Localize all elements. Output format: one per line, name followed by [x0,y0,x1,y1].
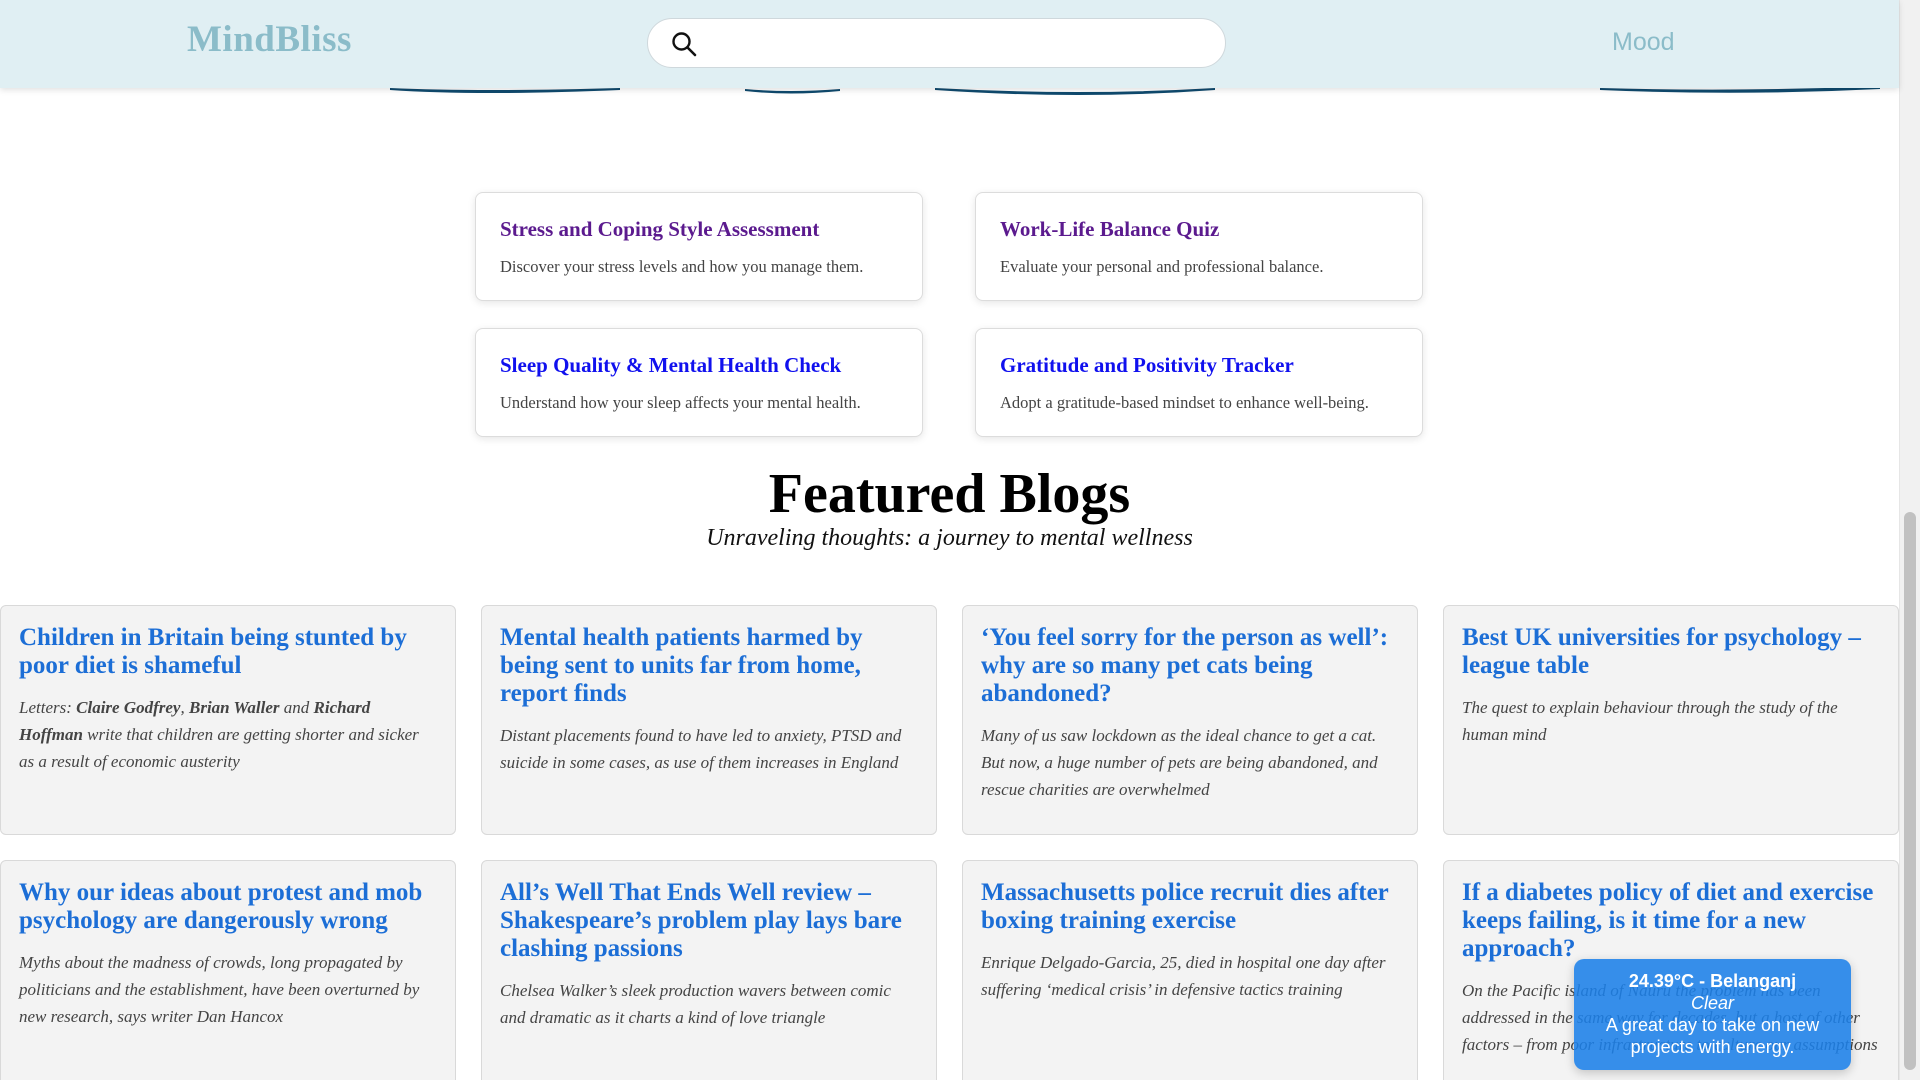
search-input[interactable] [712,27,1206,61]
blog-description: Many of us saw lockdown as the ideal cha… [981,726,1378,799]
blog-title-link[interactable]: Best UK universities for psychology – le… [1462,624,1880,680]
blog-card[interactable]: All’s Well That Ends Well review – Shake… [481,860,937,1080]
blog-description: Enrique Delgado-Garcia, 25, died in hosp… [981,953,1386,999]
blog-description: Chelsea Walker’s sleek production wavers… [500,981,891,1027]
quiz-description: Understand how your sleep affects your m… [500,393,861,412]
blog-description: Distant placements found to have led to … [500,726,902,772]
blog-card[interactable]: Best UK universities for psychology – le… [1443,605,1899,835]
featured-blogs-heading: Featured Blogs [768,463,1131,525]
blog-title-link[interactable]: ‘You feel sorry for the person as well’:… [981,624,1399,708]
quiz-description: Evaluate your personal and professional … [1000,257,1324,276]
blog-title-link[interactable]: Massachusetts police recruit dies after … [981,879,1399,935]
quiz-card-stress[interactable]: Stress and Coping Style Assessment Disco… [475,192,923,301]
weather-condition: Clear [1690,993,1734,1013]
blog-title-link[interactable]: Children in Britain being stunted by poo… [19,624,437,680]
quiz-title-link[interactable]: Work-Life Balance Quiz [1000,217,1219,242]
blog-card[interactable]: Children in Britain being stunted by poo… [0,605,456,835]
blog-title-link[interactable]: If a diabetes policy of diet and exercis… [1462,879,1880,963]
nav-link-mood[interactable]: Mood [1612,28,1675,57]
weather-widget: 24.39°C - Belanganj Clear A great day to… [1574,959,1851,1070]
quiz-description: Discover your stress levels and how you … [500,257,864,276]
quiz-card-work-life[interactable]: Work-Life Balance Quiz Evaluate your per… [975,192,1423,301]
weather-message: A great day to take on new projects with… [1605,1015,1820,1057]
blog-description: Letters: Claire Godfrey, Brian Waller an… [19,698,419,771]
blog-card[interactable]: ‘You feel sorry for the person as well’:… [962,605,1418,835]
quiz-title-link[interactable]: Gratitude and Positivity Tracker [1000,353,1294,378]
quiz-title-link[interactable]: Stress and Coping Style Assessment [500,217,819,242]
blog-title-link[interactable]: All’s Well That Ends Well review – Shake… [500,879,918,963]
quiz-title-link[interactable]: Sleep Quality & Mental Health Check [500,353,841,378]
weather-temperature-location: 24.39°C - Belanganj [1628,971,1797,991]
blog-description: Myths about the madness of crowds, long … [19,953,420,1026]
page-scrollbar[interactable] [1899,0,1920,1080]
blog-title-link[interactable]: Mental health patients harmed by being s… [500,624,918,708]
scrollbar-thumb[interactable] [1904,512,1916,1070]
search-icon[interactable] [670,30,698,58]
blog-card[interactable]: Massachusetts police recruit dies after … [962,860,1418,1080]
quiz-description: Adopt a gratitude-based mindset to enhan… [1000,393,1369,412]
quiz-card-sleep[interactable]: Sleep Quality & Mental Health Check Unde… [475,328,923,437]
blog-card[interactable]: Why our ideas about protest and mob psyc… [0,860,456,1080]
blog-card[interactable]: Mental health patients harmed by being s… [481,605,937,835]
featured-blogs-subtitle: Unraveling thoughts: a journey to mental… [706,525,1193,551]
quiz-card-gratitude[interactable]: Gratitude and Positivity Tracker Adopt a… [975,328,1423,437]
site-logo[interactable]: MindBliss [187,18,352,61]
site-header: MindBliss Mood [0,0,1899,88]
blog-title-link[interactable]: Why our ideas about protest and mob psyc… [19,879,437,935]
search-bar[interactable] [647,18,1226,68]
blog-description: The quest to explain behaviour through t… [1462,698,1838,744]
